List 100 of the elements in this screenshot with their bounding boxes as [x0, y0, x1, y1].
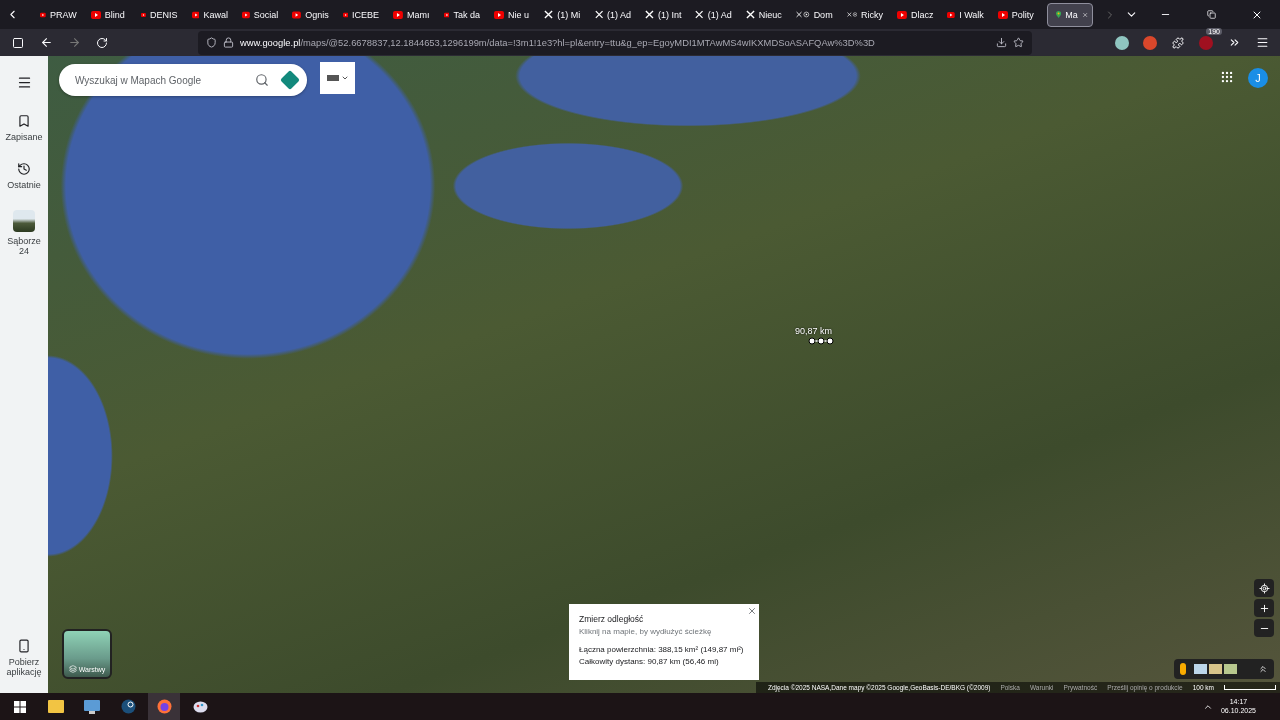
my-location-button[interactable] [1254, 579, 1274, 597]
url-text: www.google.pl/maps/@52.6678837,12.1844653,1296199m/data=!3m1!1e3?hl=pl&entry=ttu&g_ep=EgoyMDI1MTAwMS4wIKXMDSoASAFQAw%3D%3D [240, 37, 876, 48]
browser-tab[interactable]: Social [232, 2, 284, 27]
video-play-icon [947, 10, 956, 19]
extension-icon [1143, 35, 1157, 50]
browser-tab[interactable]: Kawal [182, 2, 233, 27]
video-play-icon [191, 10, 200, 19]
video-play-icon [393, 10, 403, 19]
sidebar-item[interactable]: Ostatnie [1, 156, 47, 196]
arrow-right-icon [67, 36, 81, 49]
browser-tab[interactable]: Polity [988, 2, 1040, 27]
tab-title: ICEBE [352, 9, 380, 20]
browser-tab[interactable]: Nieuc [736, 2, 788, 27]
download-icon[interactable] [996, 37, 1007, 48]
satellite-map[interactable] [48, 56, 1280, 693]
shield-icon [206, 37, 217, 48]
distance-text: Całkowity dystans: 90,87 km (56,46 mi) [579, 657, 720, 666]
puzzle-icon [1172, 36, 1184, 49]
browser-tab[interactable]: Ma [1047, 2, 1094, 27]
measure-path-drawing [808, 336, 834, 346]
grid-icon [1220, 70, 1234, 84]
browser-tab[interactable]: Blind [81, 2, 133, 27]
tab-title: DENIS [150, 9, 178, 20]
history-icon [17, 162, 31, 176]
search-input[interactable]: Wyszukaj w Mapach Google [59, 64, 307, 96]
video-play-icon [241, 10, 250, 19]
x-letter-icon [645, 10, 654, 19]
close-button[interactable] [747, 606, 757, 616]
map-thumbnail[interactable] [1194, 664, 1207, 674]
video-play-icon [90, 10, 101, 19]
map-thumbnail[interactable] [1209, 664, 1222, 674]
menu-icon [16, 74, 32, 90]
tab-title: Polity [1011, 9, 1034, 20]
folder-icon [48, 700, 64, 713]
restore-icon [1206, 10, 1216, 19]
tab-title: Mamı [407, 9, 430, 20]
tab-title: Blind [104, 9, 125, 20]
browser-tab[interactable]: Ognis [283, 2, 334, 27]
x-letter-icon [544, 10, 554, 19]
keyboard-dropdown-button[interactable] [320, 62, 355, 94]
video-play-icon [897, 10, 907, 19]
video-play-icon [292, 10, 302, 19]
monitor-icon [84, 699, 100, 714]
x-letter-icon [594, 10, 604, 19]
browser-tab[interactable]: (1) Ad [686, 2, 737, 27]
search-icon[interactable] [255, 73, 269, 87]
browser-tab[interactable]: Dom [787, 2, 838, 27]
extension-icon [1115, 35, 1129, 50]
tab-title: Ricky [861, 9, 884, 20]
tab-title: Social [253, 9, 279, 20]
browser-tab[interactable]: I Walk [938, 2, 989, 27]
plus-icon [1258, 602, 1270, 614]
layers-icon [68, 665, 77, 673]
photo-placeholder [13, 210, 35, 232]
phone-icon [17, 639, 31, 653]
tab-title: Kawal [203, 9, 228, 20]
browser-tab[interactable]: Dlacz [888, 2, 939, 27]
browser-tab[interactable]: Tak da [434, 2, 485, 27]
arrow-left-icon [39, 36, 53, 49]
browser-tab[interactable]: Nie u [484, 2, 536, 27]
browser-tab[interactable]: ICEBE [333, 2, 385, 27]
browser-tab[interactable]: DENIS [132, 2, 183, 27]
x-letter-icon [695, 10, 704, 19]
extension-icon [1199, 35, 1213, 50]
zoom-in-button[interactable] [1254, 599, 1274, 617]
apps-button[interactable] [1220, 70, 1234, 84]
tab-title: PRAW [50, 9, 77, 20]
map-thumbnail[interactable] [1224, 664, 1237, 674]
steam-icon [120, 699, 136, 714]
tab-title: Ma [1065, 9, 1078, 20]
browser-tab[interactable]: PRAW [31, 2, 82, 27]
address-bar[interactable]: www.google.pl/maps/@52.6678837,12.1844653,1296199m/data=!3m1!1e3?hl=pl&entry=ttu&g_ep=EgoyMDI1MTAwMS4wIKXMDSoASAFQAw%3D%3D [198, 30, 1032, 55]
sidebar-item[interactable]: Sąborze 24 [1, 204, 47, 262]
browser-tab[interactable]: (1) Ad [585, 2, 637, 27]
area-text: Łączna powierzchnia: 388,15 km² (149,87 mi²) [579, 645, 745, 654]
tab-title: (1) Int [657, 9, 682, 20]
sidebar-label: Zapisane [5, 132, 43, 142]
sidebar-icon [12, 36, 24, 49]
star-icon[interactable] [1013, 37, 1024, 48]
browser-tab[interactable]: Mamı [384, 2, 435, 27]
tab-title: Nieuc [758, 9, 782, 20]
browser-tab[interactable]: (1) Int [636, 2, 687, 27]
browser-tab[interactable]: Ricky [837, 2, 889, 27]
popup-title: Zmierz odległość [579, 614, 645, 624]
menu-icon [1255, 36, 1269, 49]
tab-title: (1) Mi [557, 9, 581, 20]
tab-title: I Walk [959, 9, 984, 20]
sidebar-label: Pobierz aplikację [5, 657, 43, 677]
reload-icon [96, 36, 108, 49]
scale-bar [1224, 685, 1276, 690]
expand-icon[interactable] [1258, 664, 1268, 674]
video-play-icon [443, 10, 450, 19]
browser-tab[interactable]: (1) Mi [535, 2, 586, 27]
sidebar-item[interactable]: Pobierz aplikację [1, 633, 47, 683]
popup-hint: Kliknij na mapie, by wydłużyć ścieżkę [579, 627, 713, 636]
tab-title: Dom [813, 9, 833, 20]
sidebar-item[interactable]: Zapisane [1, 108, 47, 148]
pegman-icon[interactable] [1180, 663, 1186, 675]
sidebar-label: Ostatnie [7, 180, 41, 190]
tab-title: Dlacz [910, 9, 934, 20]
